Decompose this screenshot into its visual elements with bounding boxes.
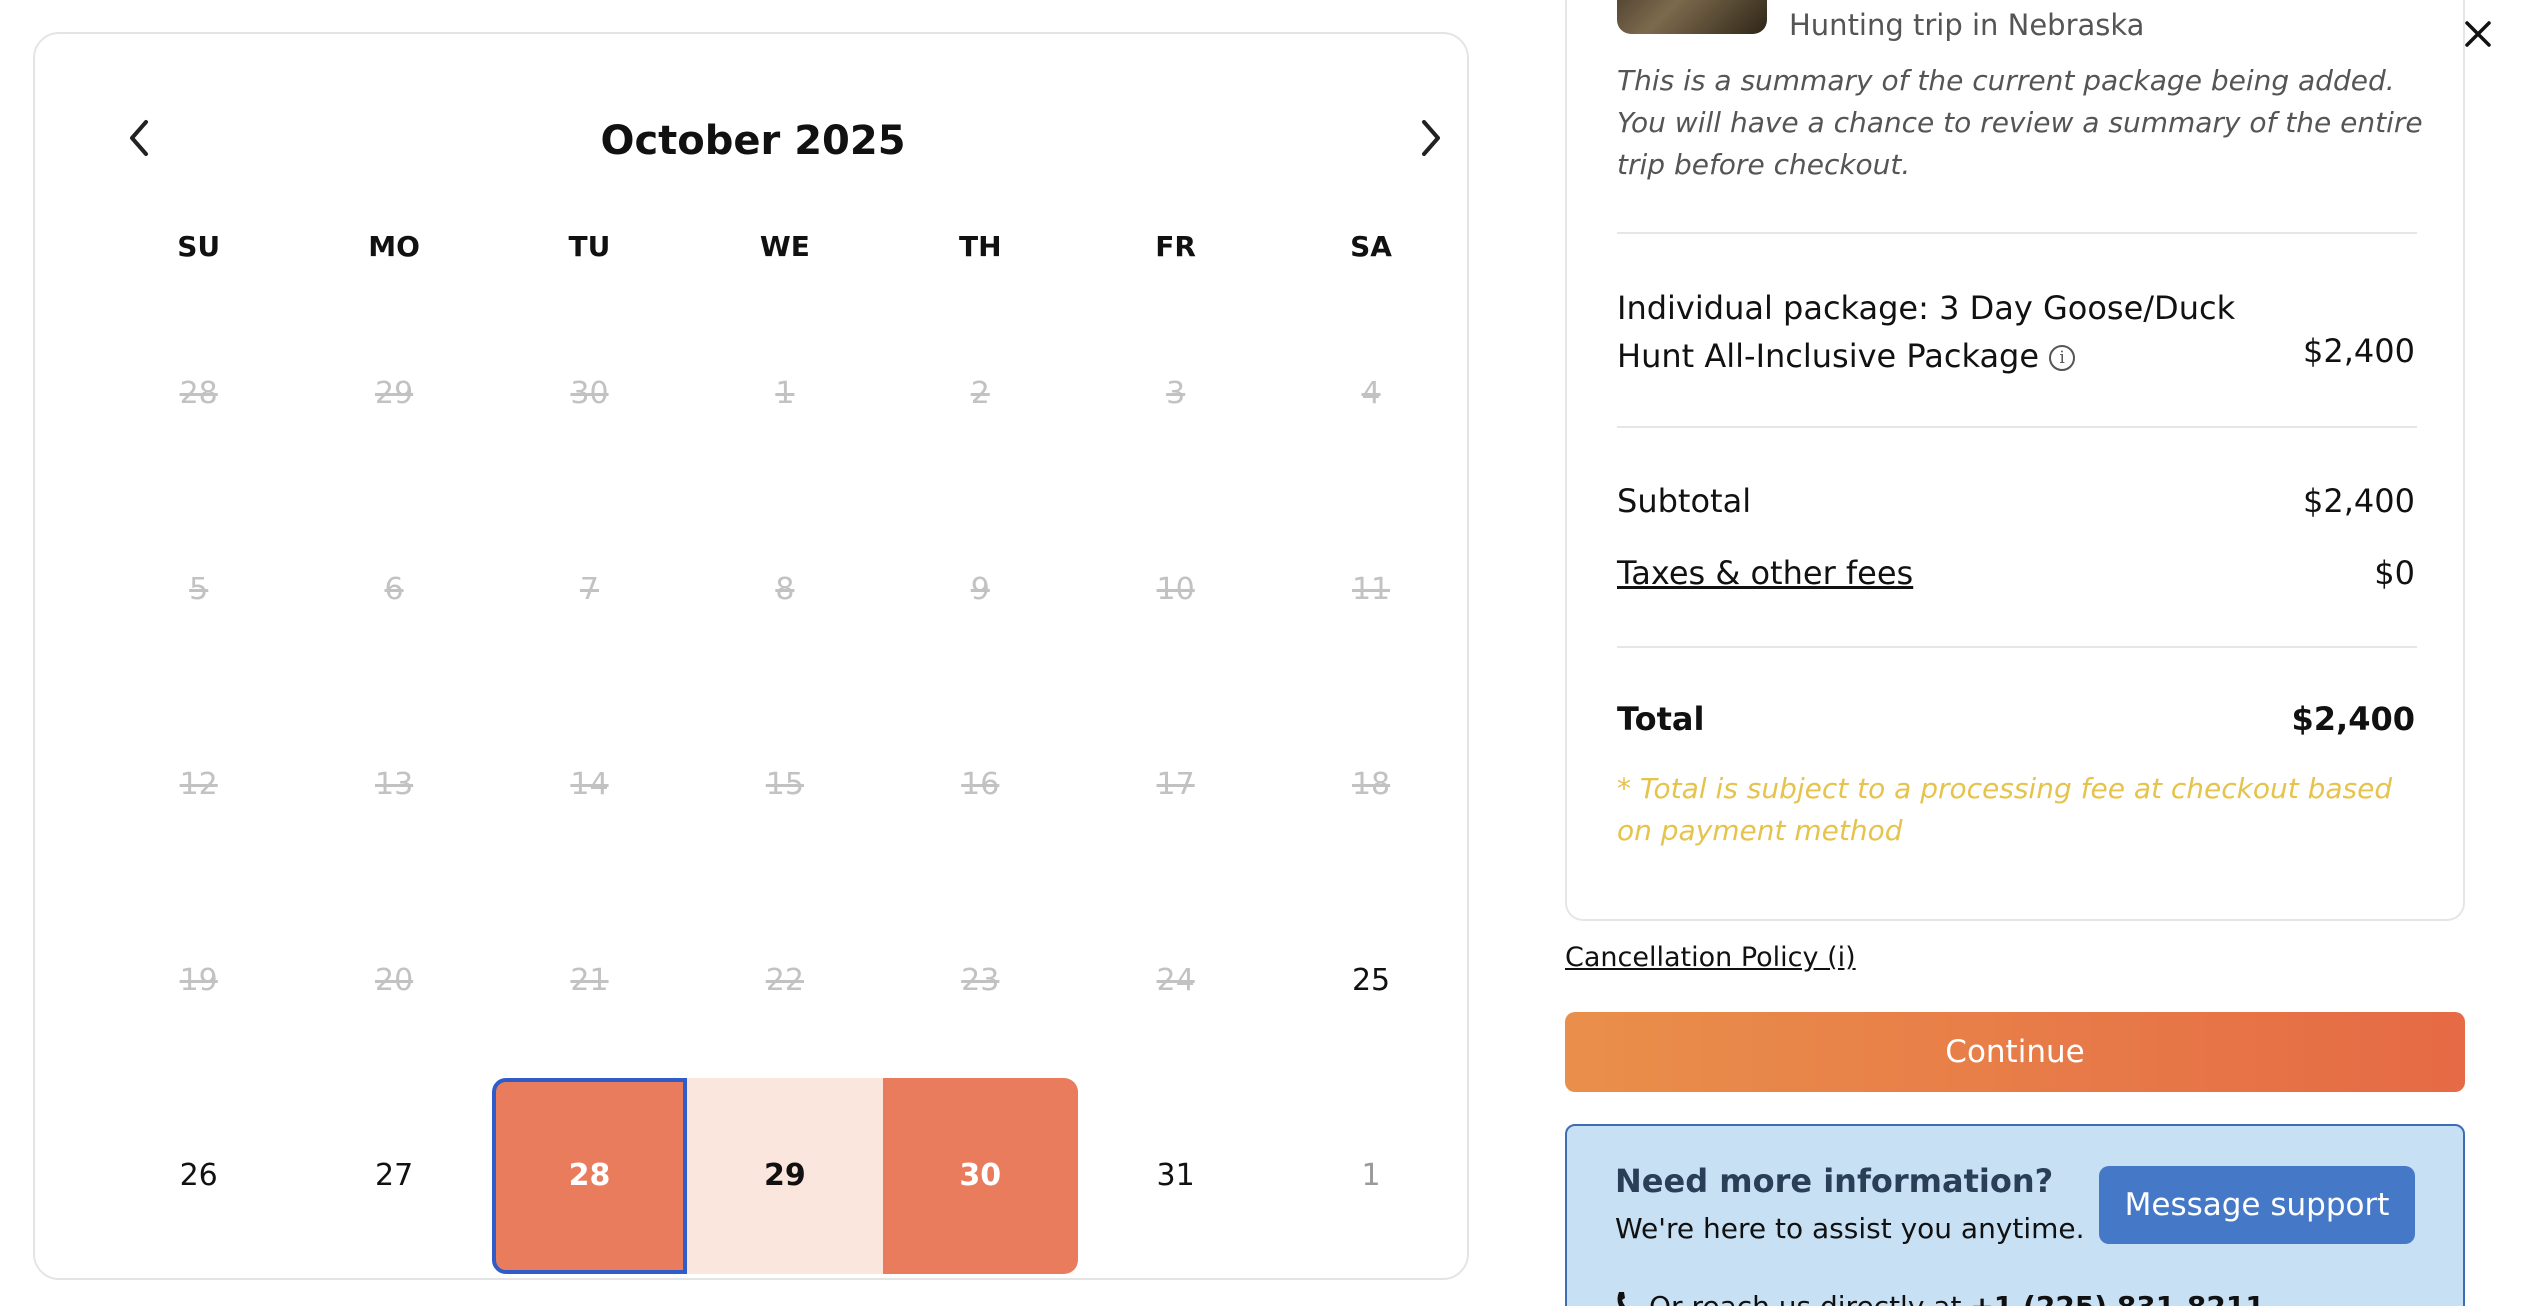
calendar-week: 28 29 30 1 2 3 4	[101, 296, 1469, 492]
subtotal-value: $2,400	[2303, 482, 2415, 520]
calendar-day[interactable]: 25	[1273, 883, 1468, 1079]
calendar-day[interactable]: 31	[1078, 1078, 1273, 1274]
message-support-button[interactable]: Message support	[2099, 1166, 2415, 1244]
calendar-day-disabled: 14	[570, 767, 609, 803]
calendar-day-disabled: 9	[970, 571, 990, 607]
weekday-label: SA	[1350, 230, 1392, 263]
close-icon	[2465, 21, 2491, 47]
help-phone-line: Or reach us directly at +1 (225) 831-821…	[1615, 1290, 2265, 1306]
trip-subtitle: Hunting trip in Nebraska	[1789, 8, 2145, 42]
calendar-day[interactable]: 27	[296, 1078, 491, 1274]
calendar-day-next-month[interactable]: 1	[1273, 1078, 1468, 1274]
calendar-day-disabled: 29	[374, 376, 414, 412]
info-icon[interactable]: i	[2049, 345, 2076, 371]
calendar-day-disabled: 2	[970, 376, 990, 412]
help-subtitle: We're here to assist you anytime.	[1615, 1212, 2085, 1245]
month-title: October 2025	[600, 118, 906, 164]
calendar-day-range-start[interactable]: 28	[491, 1078, 688, 1274]
total-value: $2,400	[2291, 700, 2415, 738]
calendar-day-disabled: 22	[765, 962, 804, 998]
weekday-header: SU MO TU WE TH FR SA	[101, 230, 1469, 263]
calendar-day-disabled: 11	[1351, 571, 1391, 607]
total-label: Total	[1617, 700, 1705, 738]
calendar-day-disabled: 30	[570, 376, 609, 412]
help-box: Need more information? We're here to ass…	[1565, 1124, 2465, 1306]
phone-icon	[1615, 1290, 1635, 1306]
calendar-day-in-range[interactable]: 29	[687, 1078, 883, 1274]
processing-fee-note: * Total is subject to a processing fee a…	[1617, 772, 2393, 847]
weekday-label: MO	[368, 230, 420, 263]
calendar-day-disabled: 15	[765, 767, 804, 803]
weekday-label: FR	[1155, 230, 1196, 263]
cancellation-policy-link[interactable]: Cancellation Policy (i)	[1565, 942, 1856, 973]
calendar-day-disabled: 21	[570, 962, 609, 998]
calendar-day-disabled: 24	[1156, 962, 1195, 998]
calendar-day-disabled: 6	[384, 571, 404, 607]
calendar-day-disabled: 8	[775, 571, 795, 607]
chevron-right-icon	[1422, 120, 1440, 156]
calendar-day[interactable]: 26	[101, 1078, 296, 1274]
weekday-label: TH	[958, 230, 1002, 263]
package-label: Individual package: 3 Day Goose/Duck Hun…	[1617, 289, 2236, 375]
calendar-card: October 2025 SU MO TU WE TH FR SA 28 29 …	[33, 32, 1469, 1280]
calendar-day-disabled: 13	[374, 767, 414, 803]
calendar-day-range-end[interactable]: 30	[882, 1078, 1078, 1274]
calendar-week: 19 20 21 22 23 24 25	[101, 883, 1469, 1079]
calendar-day-disabled: 1	[775, 376, 795, 412]
calendar-day-disabled: 23	[961, 962, 1000, 998]
calendar-day-disabled: 5	[189, 571, 209, 607]
calendar-week: 12 13 14 15 16 17 18	[101, 687, 1469, 883]
taxes-fees-link[interactable]: Taxes & other fees	[1617, 554, 1913, 592]
package-line-item: Individual package: 3 Day Goose/Duck Hun…	[1617, 284, 2317, 380]
package-summary-card: Hunting trip in Nebraska This is a summa…	[1565, 0, 2465, 921]
calendar-day-disabled: 3	[1166, 376, 1186, 412]
phone-prefix: Or reach us directly at	[1649, 1290, 1970, 1306]
continue-button[interactable]: Continue	[1565, 1012, 2465, 1092]
divider	[1617, 426, 2417, 428]
calendar-day-disabled: 4	[1361, 376, 1381, 412]
calendar-day-disabled: 19	[179, 962, 218, 998]
weekday-label: TU	[568, 230, 611, 263]
calendar-day-disabled: 18	[1351, 767, 1391, 803]
divider	[1617, 646, 2417, 648]
divider	[1617, 232, 2417, 234]
trip-thumbnail	[1617, 0, 1767, 34]
calendar-day-disabled: 7	[579, 571, 600, 607]
calendar-week: 5 6 7 8 9 10 11	[101, 492, 1469, 688]
calendar-day-disabled: 16	[961, 767, 1000, 803]
subtotal-label: Subtotal	[1617, 482, 1752, 520]
summary-note: This is a summary of the current package…	[1617, 64, 2423, 181]
taxes-value: $0	[2374, 554, 2415, 592]
package-price: $2,400	[2303, 332, 2415, 370]
calendar-day-disabled: 20	[374, 962, 414, 998]
calendar-day-disabled: 17	[1156, 767, 1195, 803]
calendar-day-disabled: 12	[179, 767, 218, 803]
calendar-grid: 28 29 30 1 2 3 4 5 6 7 8 9 10 11 12 13 1…	[101, 296, 1469, 1274]
calendar-day-disabled: 28	[179, 376, 218, 412]
calendar-day-disabled: 10	[1156, 571, 1195, 607]
next-month-button[interactable]	[1409, 116, 1453, 160]
phone-number[interactable]: +1 (225) 831-8211	[1970, 1290, 2264, 1306]
close-button[interactable]	[2458, 14, 2498, 54]
calendar-week: 26 27 28 29 30 31 1	[101, 1078, 1469, 1274]
help-title: Need more information?	[1615, 1162, 2054, 1200]
weekday-label: WE	[759, 230, 810, 263]
weekday-label: SU	[177, 230, 221, 263]
